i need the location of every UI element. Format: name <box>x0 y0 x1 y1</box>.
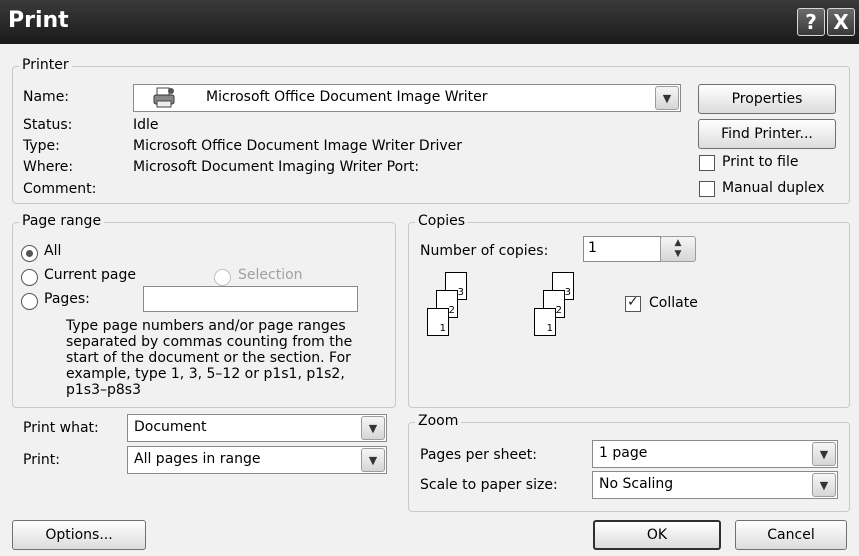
selection-label[interactable]: Selection <box>238 267 303 283</box>
pages-per-sheet-select[interactable]: 1 page ▼ <box>592 440 838 468</box>
manual-duplex-label[interactable]: Manual duplex <box>722 180 825 196</box>
ok-button[interactable]: OK <box>593 520 721 550</box>
print-what-label: Print what: <box>23 420 99 436</box>
type-label: Type: <box>23 138 60 154</box>
page-label: 2 <box>555 305 562 316</box>
where-value: Microsoft Document Imaging Writer Port: <box>133 159 420 175</box>
printer-icon <box>153 87 175 108</box>
printer-name-label: Name: <box>23 89 70 105</box>
all-radio[interactable] <box>21 245 38 262</box>
number-of-copies-value: 1 <box>588 240 597 256</box>
print-to-file-checkbox[interactable] <box>699 155 715 171</box>
cancel-button[interactable]: Cancel <box>735 520 847 550</box>
copies-spinner[interactable]: ▲ ▼ <box>660 236 696 262</box>
chevron-down-icon[interactable]: ▼ <box>361 448 385 472</box>
scale-select[interactable]: No Scaling ▼ <box>592 471 838 499</box>
find-printer-button[interactable]: Find Printer... <box>698 119 836 149</box>
window-title: Print <box>8 8 69 33</box>
current-page-label[interactable]: Current page <box>44 267 136 283</box>
page-range-legend: Page range <box>19 213 105 229</box>
page-label: 2 <box>448 305 455 316</box>
chevron-down-icon[interactable]: ▼ <box>655 86 679 110</box>
page-label: 3 <box>457 287 464 298</box>
collate-label[interactable]: Collate <box>649 295 698 311</box>
status-label: Status: <box>23 117 73 133</box>
options-button[interactable]: Options... <box>12 520 146 550</box>
manual-duplex-checkbox[interactable] <box>699 181 715 197</box>
help-button[interactable]: ? <box>797 8 825 36</box>
chevron-down-icon[interactable]: ▼ <box>812 442 836 466</box>
chevron-down-icon[interactable]: ▼ <box>812 473 836 497</box>
number-of-copies-label: Number of copies: <box>420 243 549 259</box>
print-what-select[interactable]: Document ▼ <box>127 414 387 442</box>
print-value: All pages in range <box>134 451 261 467</box>
where-label: Where: <box>23 159 74 175</box>
collate-checkbox[interactable] <box>625 294 641 312</box>
copies-legend: Copies <box>415 213 469 229</box>
printer-name-select[interactable]: Microsoft Office Document Image Writer ▼ <box>133 84 681 112</box>
scale-value: No Scaling <box>599 476 674 492</box>
page-label: 3 <box>564 287 571 298</box>
number-of-copies-input[interactable]: 1 <box>583 236 661 262</box>
printer-name-value: Microsoft Office Document Image Writer <box>206 89 488 105</box>
print-to-file-label[interactable]: Print to file <box>722 154 798 170</box>
pages-per-sheet-label: Pages per sheet: <box>420 447 537 463</box>
printer-legend: Printer <box>19 57 72 73</box>
all-label[interactable]: All <box>44 243 61 259</box>
type-value: Microsoft Office Document Image Writer D… <box>133 138 462 154</box>
chevron-down-icon[interactable]: ▼ <box>361 416 385 440</box>
pages-label[interactable]: Pages: <box>44 291 90 307</box>
selection-radio[interactable] <box>214 269 231 286</box>
print-what-value: Document <box>134 419 207 435</box>
print-dialog: Print ? X Printer Name: Microsoft Office… <box>0 0 859 556</box>
scale-label: Scale to paper size: <box>420 477 558 493</box>
comment-label: Comment: <box>23 181 97 197</box>
page-label: 1 <box>439 323 446 334</box>
current-page-radio[interactable] <box>21 269 38 286</box>
print-select[interactable]: All pages in range ▼ <box>127 446 387 474</box>
page-label: 1 <box>546 323 553 334</box>
properties-button[interactable]: Properties <box>698 84 836 114</box>
pages-input[interactable] <box>143 286 358 312</box>
page-range-help-text: Type page numbers and/or page ranges sep… <box>66 318 353 398</box>
zoom-legend: Zoom <box>415 413 462 429</box>
title-bar: Print ? X <box>0 0 859 44</box>
print-label: Print: <box>23 452 60 468</box>
close-button[interactable]: X <box>827 8 855 36</box>
status-value: Idle <box>133 117 159 133</box>
pages-radio[interactable] <box>21 293 38 310</box>
pages-per-sheet-value: 1 page <box>599 445 648 461</box>
